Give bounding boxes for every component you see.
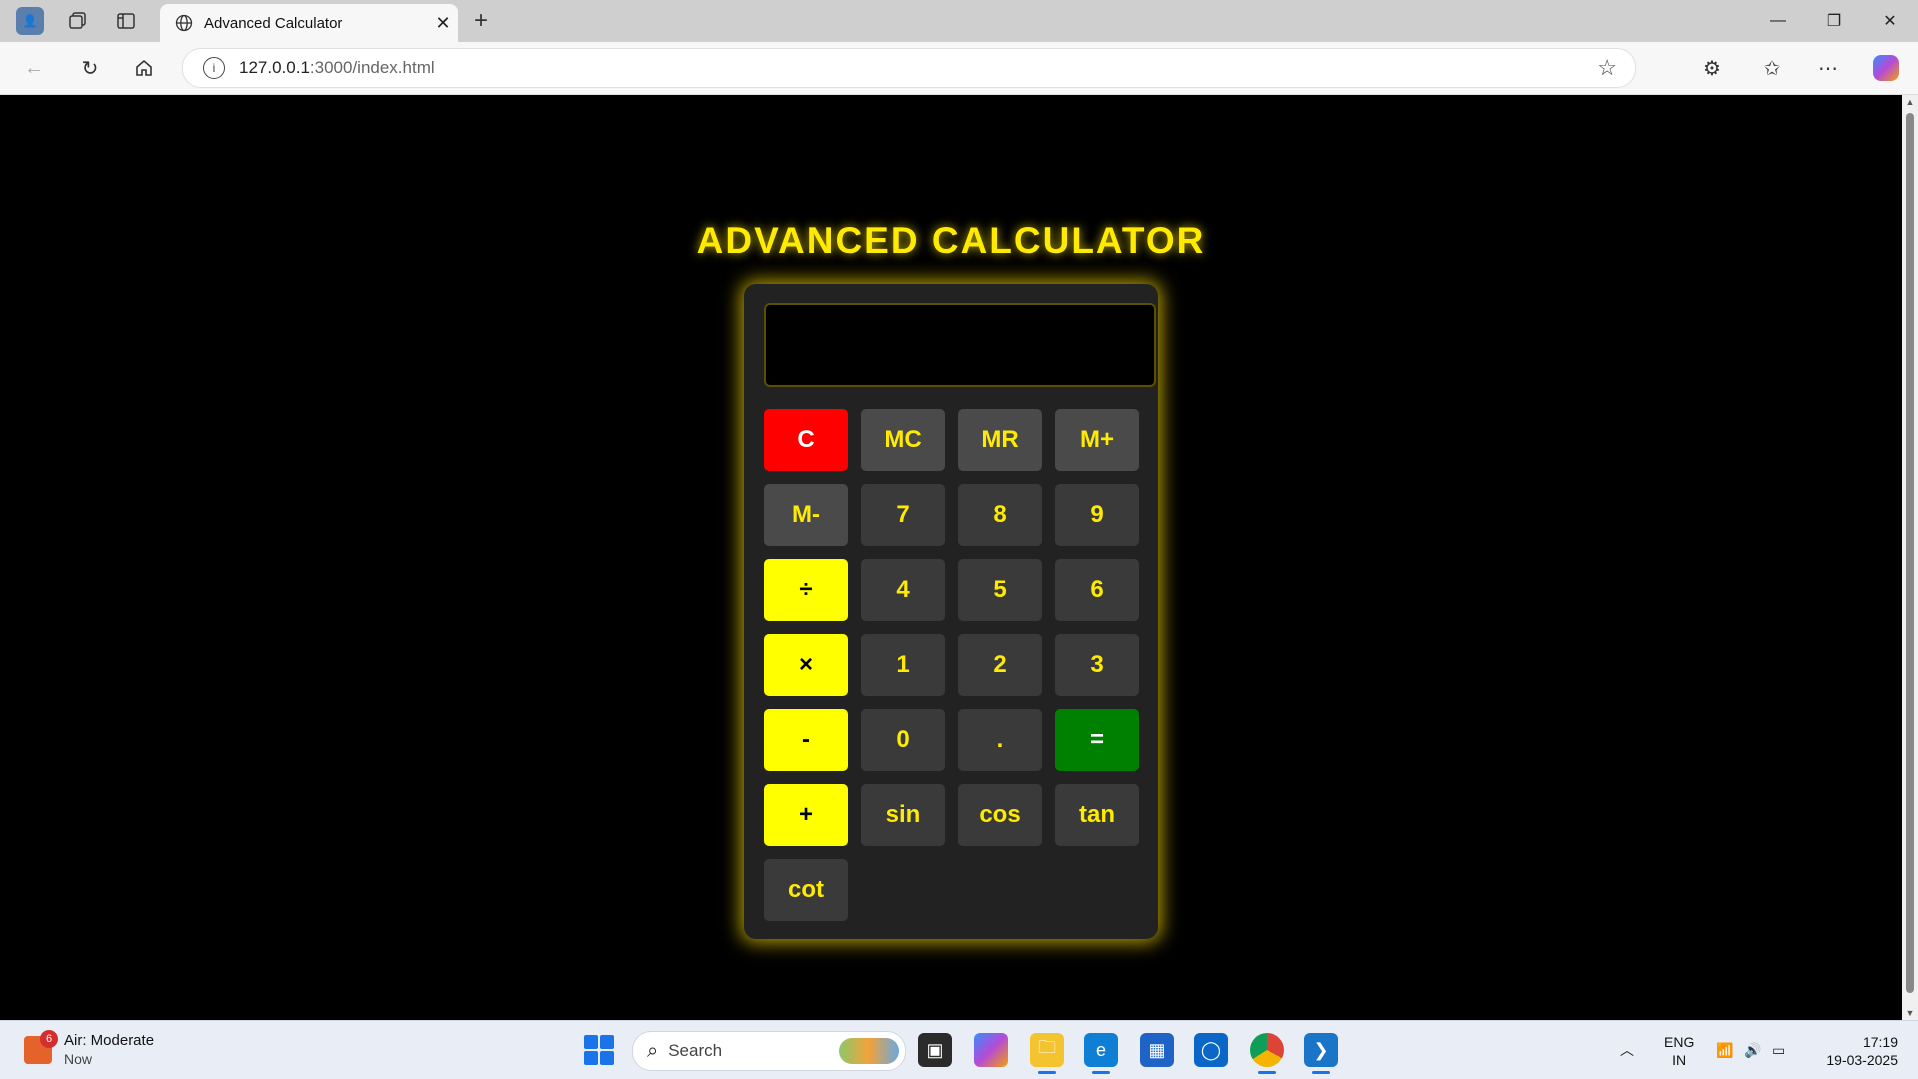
digit-8-button[interactable]: 8 xyxy=(958,484,1042,546)
cos-button[interactable]: cos xyxy=(958,784,1042,846)
globe-icon xyxy=(174,13,194,33)
add-button[interactable]: + xyxy=(764,784,848,846)
weather-icon: 6 xyxy=(24,1030,58,1064)
digit-2-button[interactable]: 2 xyxy=(958,634,1042,696)
memory-recall-button[interactable]: MR xyxy=(958,409,1042,471)
vertical-tabs-icon[interactable] xyxy=(106,1,146,41)
favorites-icon[interactable]: ✩ xyxy=(1754,52,1790,84)
multiply-button[interactable]: × xyxy=(764,634,848,696)
digit-1-button[interactable]: 1 xyxy=(861,634,945,696)
digit-7-button[interactable]: 7 xyxy=(861,484,945,546)
copilot-icon[interactable] xyxy=(1868,52,1904,84)
microsoft-store-icon[interactable]: ▦ xyxy=(1140,1033,1174,1067)
region-code: IN xyxy=(1672,1052,1687,1068)
page-title: ADVANCED CALCULATOR xyxy=(696,220,1206,261)
close-tab-icon[interactable]: ✕ xyxy=(428,13,458,34)
digit-0-button[interactable]: 0 xyxy=(861,709,945,771)
refresh-icon[interactable]: ↻ xyxy=(74,52,106,84)
cot-button[interactable]: cot xyxy=(764,859,848,921)
wifi-icon[interactable]: 📶 xyxy=(1716,1021,1733,1079)
url-path: :3000/index.html xyxy=(309,58,435,77)
vscode-icon[interactable]: ❯ xyxy=(1304,1033,1338,1074)
windows-taskbar: 6 Air: Moderate Now ⌕ Search ▣ 🗀 e ▦ ◯ ❯… xyxy=(0,1020,1918,1079)
divide-button[interactable]: ÷ xyxy=(764,559,848,621)
language-indicator[interactable]: ENG IN xyxy=(1664,1033,1694,1069)
favorite-star-icon[interactable]: ☆ xyxy=(1597,55,1617,81)
home-icon[interactable] xyxy=(128,52,160,84)
sin-button[interactable]: sin xyxy=(861,784,945,846)
windows-start-icon[interactable] xyxy=(584,1035,614,1065)
clock-time: 17:19 xyxy=(1862,1034,1898,1050)
browser-tab-bar: 👤 Advanced Calculator ✕ + — ❐ ✕ xyxy=(0,0,1918,42)
new-tab-button[interactable]: + xyxy=(466,6,496,36)
cortana-app-icon[interactable]: ◯ xyxy=(1194,1033,1228,1067)
tab-title: Advanced Calculator xyxy=(204,14,343,32)
digit-9-button[interactable]: 9 xyxy=(1055,484,1139,546)
chrome-icon[interactable] xyxy=(1250,1033,1284,1074)
scroll-up-icon[interactable]: ▲ xyxy=(1902,97,1918,107)
profile-button[interactable]: 👤 xyxy=(10,1,50,41)
memory-clear-button[interactable]: MC xyxy=(861,409,945,471)
scroll-down-icon[interactable]: ▼ xyxy=(1902,1008,1918,1018)
weather-widget[interactable]: 6 Air: Moderate Now xyxy=(24,1030,155,1069)
system-clock[interactable]: 17:19 19-03-2025 xyxy=(1812,1033,1898,1069)
task-view-icon[interactable]: ▣ xyxy=(918,1033,952,1067)
url-host: 127.0.0.1 xyxy=(239,58,310,77)
browser-tab-active[interactable]: Advanced Calculator ✕ xyxy=(160,4,458,42)
tan-button[interactable]: tan xyxy=(1055,784,1139,846)
more-menu-icon[interactable]: ⋯ xyxy=(1810,52,1846,84)
digit-4-button[interactable]: 4 xyxy=(861,559,945,621)
digit-3-button[interactable]: 3 xyxy=(1055,634,1139,696)
close-window-icon[interactable]: ✕ xyxy=(1862,0,1918,42)
digit-6-button[interactable]: 6 xyxy=(1055,559,1139,621)
memory-add-button[interactable]: M+ xyxy=(1055,409,1139,471)
copilot-app-icon[interactable] xyxy=(974,1033,1008,1067)
clock-date: 19-03-2025 xyxy=(1826,1052,1898,1068)
search-icon: ⌕ xyxy=(647,1039,659,1062)
subtract-button[interactable]: - xyxy=(764,709,848,771)
battery-icon[interactable]: ▭ xyxy=(1772,1021,1785,1079)
workspaces-icon[interactable] xyxy=(58,1,98,41)
calculator-display[interactable] xyxy=(764,303,1156,387)
restore-icon[interactable]: ❐ xyxy=(1806,0,1862,42)
url-text: 127.0.0.1:3000/index.html xyxy=(239,58,435,78)
search-highlight-image xyxy=(839,1038,899,1064)
search-placeholder: Search xyxy=(668,1041,723,1060)
decimal-button[interactable]: . xyxy=(958,709,1042,771)
scrollbar-thumb[interactable] xyxy=(1906,113,1914,993)
weather-time: Now xyxy=(64,1051,93,1067)
back-arrow-icon[interactable]: ← xyxy=(18,52,50,84)
show-hidden-icons-icon[interactable]: ︿ xyxy=(1620,1021,1634,1079)
profile-avatar-icon: 👤 xyxy=(16,7,44,35)
site-info-icon[interactable]: i xyxy=(203,57,225,79)
page-scrollbar[interactable]: ▲ ▼ xyxy=(1902,95,1918,1020)
volume-icon[interactable]: 🔊 xyxy=(1744,1021,1761,1079)
calculator-panel: C MC MR M+ M- 7 8 9 ÷ 4 5 6 × 1 2 3 -0. = + sin cos tan cot xyxy=(744,284,1158,939)
language-code: ENG xyxy=(1664,1034,1695,1050)
minimize-icon[interactable]: — xyxy=(1750,0,1806,42)
digit-5-button[interactable]: 5 xyxy=(958,559,1042,621)
address-input[interactable]: i 127.0.0.1:3000/index.html ☆ xyxy=(182,48,1636,88)
equals-button[interactable]: = xyxy=(1055,709,1139,771)
weather-title: Air: Moderate xyxy=(64,1032,155,1049)
file-explorer-icon[interactable]: 🗀 xyxy=(1030,1033,1064,1074)
clear-button[interactable]: C xyxy=(764,409,848,471)
keypad: C MC MR M+ M- 7 8 9 ÷ 4 5 6 × 1 2 3 -0. = + sin cos tan cot xyxy=(764,409,1139,921)
notification-badge: 6 xyxy=(40,1030,58,1048)
address-toolbar: ← ↻ i 127.0.0.1:3000/index.html ☆ ⚙ ✩ ⋯ xyxy=(0,42,1918,95)
extensions-icon[interactable]: ⚙ xyxy=(1694,52,1730,84)
memory-subtract-button[interactable]: M- xyxy=(764,484,848,546)
edge-browser-icon[interactable]: e xyxy=(1084,1033,1118,1074)
taskbar-search[interactable]: ⌕ Search xyxy=(632,1031,906,1071)
